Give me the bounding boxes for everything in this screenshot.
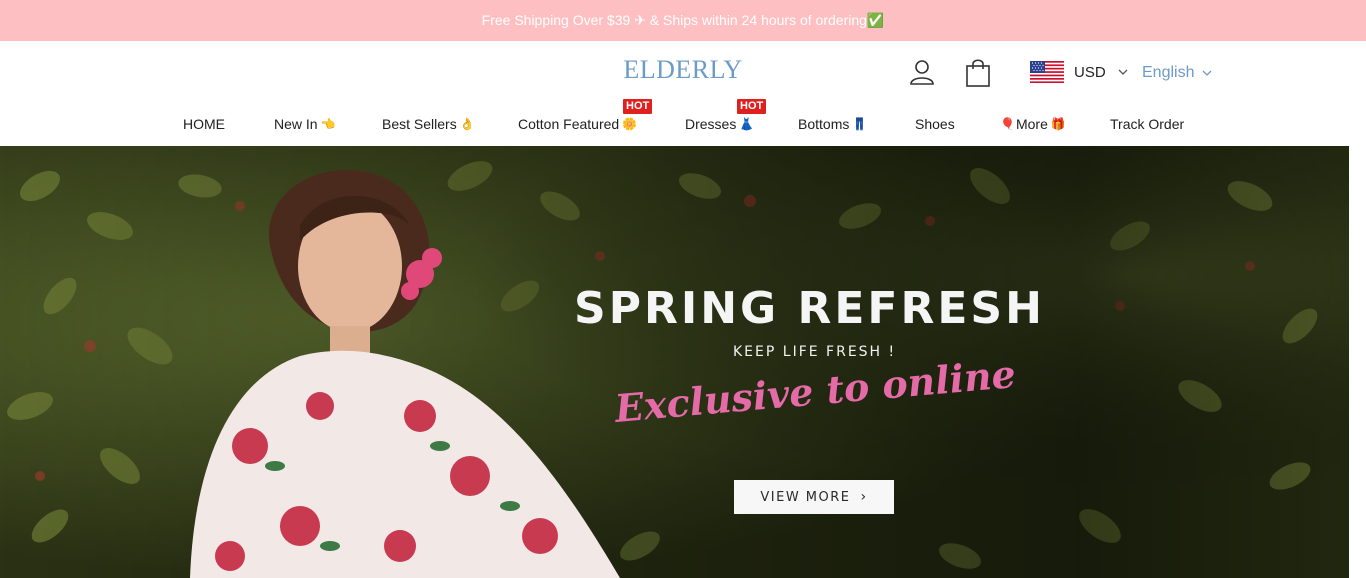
hot-badge: HOT [737, 99, 767, 114]
announcement-text: Free Shipping Over $39 ✈ & Ships within … [481, 12, 885, 28]
logo-text[interactable]: ELDERLY [623, 55, 742, 84]
jeans-icon: 👖 [852, 117, 868, 131]
us-flag-icon [1030, 61, 1064, 83]
chevron-right-icon: › [860, 489, 868, 505]
shopping-bag-icon[interactable] [964, 58, 992, 93]
view-more-label: VIEW MORE [760, 489, 851, 505]
hero-banner[interactable]: SPRING REFRESH KEEP LIFE FRESH ! Exclusi… [0, 146, 1349, 578]
chevron-down-icon [1118, 69, 1128, 75]
nav-item-label: Bottoms [798, 116, 850, 132]
main-nav: HOME New In 👈 Best Sellers 👌 Cotton Feat… [0, 99, 1366, 138]
ok-hand-icon: 👌 [459, 117, 475, 131]
nav-item-label: New In [274, 116, 318, 132]
announcement-bar: Free Shipping Over $39 ✈ & Ships within … [0, 0, 1366, 41]
hero-photo [0, 146, 1349, 578]
nav-item-home[interactable]: HOME [183, 116, 225, 132]
currency-label: USD [1074, 63, 1106, 81]
nav-item-more[interactable]: 🎈 More 🎁 [1000, 116, 1066, 132]
blossom-icon: 🌼 [622, 117, 638, 131]
chevron-down-icon [1203, 70, 1212, 76]
balloon-icon: 🎈 [1000, 117, 1015, 131]
nav-item-track-order[interactable]: Track Order [1110, 116, 1184, 132]
nav-item-label: Track Order [1110, 116, 1185, 132]
nav-item-dresses[interactable]: Dresses 👗 HOT [685, 99, 767, 132]
gift-icon: 🎁 [1050, 117, 1066, 131]
nav-item-label: Dresses [685, 116, 737, 132]
currency-selector[interactable]: USD [1030, 61, 1128, 83]
site-header: ELDERLY USD English HOME New In 👈 Best S… [0, 41, 1366, 146]
language-label: English [1142, 64, 1195, 81]
nav-item-bottoms[interactable]: Bottoms 👖 [798, 116, 867, 132]
page-scrollbar[interactable] [1349, 146, 1366, 578]
language-selector[interactable]: English [1142, 64, 1212, 82]
hero-headline: SPRING REFRESH [574, 283, 1045, 334]
user-icon[interactable] [908, 58, 936, 91]
nav-item-best-sellers[interactable]: Best Sellers 👌 [382, 116, 475, 132]
nav-item-cotton-featured[interactable]: Cotton Featured 🌼 HOT [518, 99, 653, 132]
hot-badge: HOT [623, 99, 653, 114]
view-more-button[interactable]: VIEW MORE › [734, 480, 894, 514]
nav-item-label: Best Sellers [382, 116, 457, 132]
nav-item-label: HOME [183, 116, 225, 132]
nav-item-label: Cotton Featured [518, 116, 620, 132]
pointing-hand-icon: 👈 [320, 117, 336, 131]
dress-icon: 👗 [739, 117, 755, 131]
nav-item-shoes[interactable]: Shoes [915, 116, 955, 132]
nav-item-label: More [1015, 116, 1048, 132]
nav-item-label: Shoes [915, 116, 955, 132]
nav-item-new-in[interactable]: New In 👈 [274, 116, 336, 132]
hero-subline: KEEP LIFE FRESH ! [733, 344, 897, 360]
